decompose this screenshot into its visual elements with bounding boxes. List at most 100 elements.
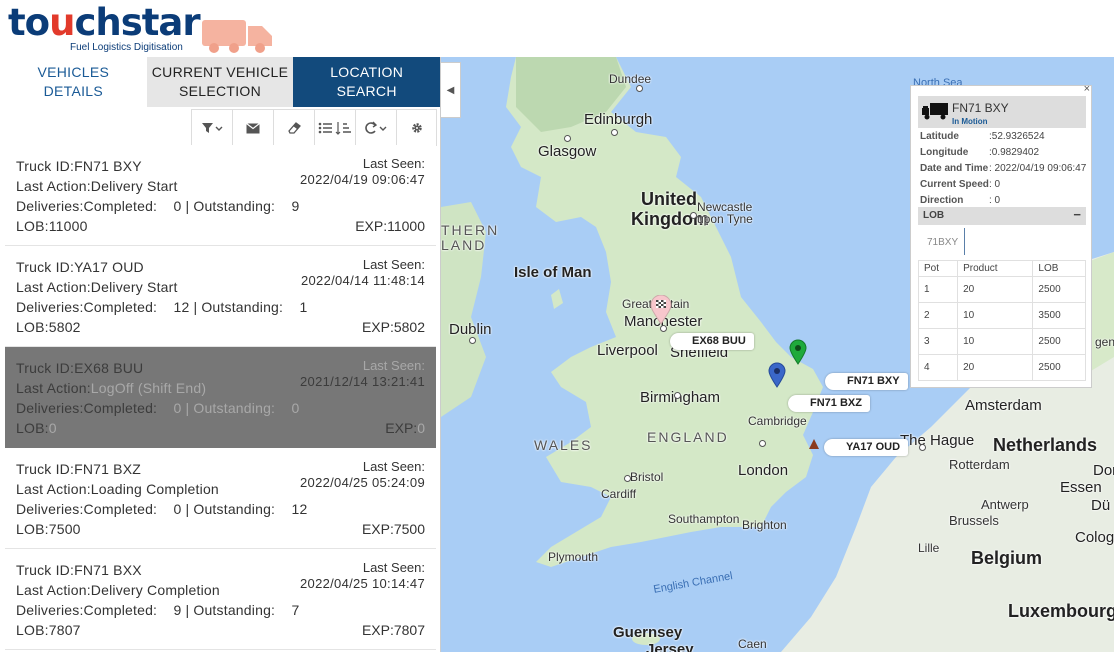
lob-value: LOB:11000 bbox=[16, 218, 88, 234]
map-dot-dundee bbox=[636, 85, 643, 92]
filter-button[interactable] bbox=[191, 110, 232, 146]
popup-row-latitude: Latitude:52.9326524 bbox=[920, 131, 1045, 142]
lob-section-header[interactable]: LOB − bbox=[918, 207, 1086, 225]
map-dot-bristol bbox=[624, 475, 631, 482]
truck-map-label[interactable]: YA17 OUD bbox=[824, 439, 909, 456]
last-seen-time: 2022/04/25 05:24:09 bbox=[300, 475, 425, 490]
map-label-dundee: Dundee bbox=[609, 72, 652, 86]
table-row: 4 20 2500 bbox=[917, 354, 1086, 381]
map-label-rotterdam: Rotterdam bbox=[949, 457, 1010, 472]
popup-row-speed: Current Speed: 0 bbox=[920, 179, 1001, 190]
table-cell: 1 bbox=[917, 276, 959, 303]
table-cell: 2500 bbox=[1032, 354, 1086, 381]
table-header-row: Pot Product LOB bbox=[917, 260, 1086, 277]
map-label-wales: WALES bbox=[534, 437, 593, 453]
checkered-flag-marker[interactable] bbox=[650, 295, 672, 325]
map-label-liverpool: Liverpool bbox=[597, 342, 658, 359]
sort-list-button[interactable] bbox=[314, 110, 355, 146]
map-label-cambridge: Cambridge bbox=[748, 414, 807, 428]
map-label-cardiff: Cardiff bbox=[601, 487, 637, 501]
gear-icon bbox=[411, 123, 422, 133]
map-label-glasgow: Glasgow bbox=[538, 143, 597, 160]
tab-vehicles-details[interactable]: VEHICLES DETAILS bbox=[0, 57, 147, 107]
map-dot-the-hague bbox=[919, 444, 926, 451]
lob-value: LOB:0 bbox=[16, 420, 57, 436]
truck-map-label[interactable]: EX68 BUU bbox=[670, 333, 754, 350]
truck-id: Truck ID:EX68 BUU bbox=[16, 360, 144, 376]
truck-map-label[interactable]: FN71 BXY bbox=[825, 373, 908, 390]
close-icon[interactable]: × bbox=[1084, 83, 1090, 95]
collapse-panel-button[interactable]: ◀ bbox=[441, 62, 461, 118]
popup-row-longitude: Longitude:0.9829402 bbox=[920, 147, 1040, 158]
last-seen-label: Last Seen: bbox=[362, 560, 425, 575]
map-label-netherlands: Netherlands bbox=[993, 435, 1098, 455]
last-action: Last Action:Delivery Completion bbox=[16, 582, 220, 598]
list-toolbar bbox=[191, 109, 437, 146]
pots-table: Pot Product LOB 1 20 2500 2 10 3500 3 10… bbox=[917, 260, 1086, 381]
map-dot-manchester bbox=[660, 325, 667, 332]
vehicle-card[interactable]: Truck ID:FN71 BXZ Last Action:Loading Co… bbox=[5, 448, 436, 549]
map-dot-newcastle bbox=[690, 212, 697, 219]
map-label-thern: THERN bbox=[441, 222, 500, 238]
map-label-united: United bbox=[641, 189, 697, 209]
map-label-isle-of-man: Isle of Man bbox=[514, 264, 592, 281]
map-label-jersey: Jersey bbox=[646, 641, 694, 652]
vehicle-list: Truck ID:FN71 BXY Last Action:Delivery S… bbox=[5, 145, 436, 650]
last-action: Last Action:Delivery Start bbox=[16, 279, 178, 295]
last-seen-time: 2022/04/25 10:14:47 bbox=[300, 576, 425, 591]
vehicle-card[interactable]: Truck ID:FN71 BXY Last Action:Delivery S… bbox=[5, 145, 436, 246]
map-label-land: LAND bbox=[441, 237, 487, 253]
map-label-luxembourg: Luxembourg bbox=[1008, 601, 1114, 621]
table-cell: 10 bbox=[957, 328, 1034, 355]
vehicle-card[interactable]: Truck ID:YA17 OUD Last Action:Delivery S… bbox=[5, 246, 436, 347]
vehicle-card[interactable]: Truck ID:FN71 BXX Last Action:Delivery C… bbox=[5, 549, 436, 650]
popup-status: In Motion bbox=[952, 117, 988, 126]
blue-map-pin[interactable] bbox=[768, 362, 786, 388]
column-header: Pot bbox=[917, 260, 959, 277]
map-label-the-hague: The Hague bbox=[900, 432, 975, 449]
last-seen-label: Last Seen: bbox=[362, 459, 425, 474]
popup-header: FN71 BXY In Motion bbox=[918, 96, 1086, 128]
message-button[interactable] bbox=[232, 110, 273, 146]
column-header: Product bbox=[957, 260, 1034, 277]
last-seen-time: 2021/12/14 13:21:41 bbox=[300, 374, 425, 389]
green-map-pin[interactable] bbox=[789, 339, 807, 365]
touchstar-logo[interactable]: touchstar Fuel Logistics Digitisation bbox=[8, 1, 272, 53]
table-row: 2 10 3500 bbox=[917, 302, 1086, 329]
map-label-belgium: Belgium bbox=[971, 548, 1043, 568]
popup-row-direction: Direction: 0 bbox=[920, 195, 1001, 206]
table-row: 1 20 2500 bbox=[917, 276, 1086, 303]
vehicle-card-selected[interactable]: Truck ID:EX68 BUU Last Action:LogOff (Sh… bbox=[5, 347, 436, 448]
panel-tabs: VEHICLES DETAILS CURRENT VEHICLE SELECTI… bbox=[0, 57, 441, 107]
collapse-minus-icon[interactable]: − bbox=[1073, 206, 1081, 224]
vehicle-panel: VEHICLES DETAILS CURRENT VEHICLE SELECTI… bbox=[0, 57, 441, 652]
exp-value: EXP:0 bbox=[385, 420, 425, 436]
truck-map-label[interactable]: FN71 BXZ bbox=[788, 395, 870, 412]
tab-location-search[interactable]: LOCATION SEARCH bbox=[293, 57, 441, 107]
deliveries: Deliveries:Completed: 0 | Outstanding: 12 bbox=[16, 501, 308, 517]
last-seen-time: 2022/04/14 11:48:14 bbox=[300, 273, 425, 288]
map-label-essen: Essen bbox=[1060, 479, 1102, 496]
table-cell: 2500 bbox=[1032, 328, 1086, 355]
map-label-cologne: Colog bbox=[1075, 529, 1114, 546]
truck-id: Truck ID:YA17 OUD bbox=[16, 259, 144, 275]
triangle-marker[interactable] bbox=[808, 438, 820, 450]
column-header: LOB bbox=[1032, 260, 1086, 277]
app-root: touchstar Fuel Logistics Digitisation VE… bbox=[0, 0, 1114, 652]
table-cell: 2500 bbox=[1032, 276, 1086, 303]
table-cell: 20 bbox=[957, 276, 1034, 303]
tab-current-vehicle-selection[interactable]: CURRENT VEHICLE SELECTION bbox=[146, 57, 294, 107]
filter-icon bbox=[202, 123, 223, 133]
settings-button[interactable] bbox=[396, 110, 437, 146]
clear-button[interactable] bbox=[273, 110, 314, 146]
logo-wordmark: touchstar bbox=[8, 1, 201, 44]
refresh-button[interactable] bbox=[355, 110, 396, 146]
map-dot-dublin bbox=[469, 337, 476, 344]
lob-value: LOB:7500 bbox=[16, 521, 81, 537]
map-dot-edinburgh bbox=[611, 129, 618, 136]
vehicle-info-popup: × FN71 BXY In Motion Latitude:52.9326524… bbox=[910, 83, 1092, 388]
map-dot-birmingham bbox=[674, 392, 681, 399]
map-label-dusseldorf: Dü bbox=[1091, 497, 1111, 514]
logo-tagline: Fuel Logistics Digitisation bbox=[70, 42, 183, 53]
table-cell: 4 bbox=[917, 354, 959, 381]
